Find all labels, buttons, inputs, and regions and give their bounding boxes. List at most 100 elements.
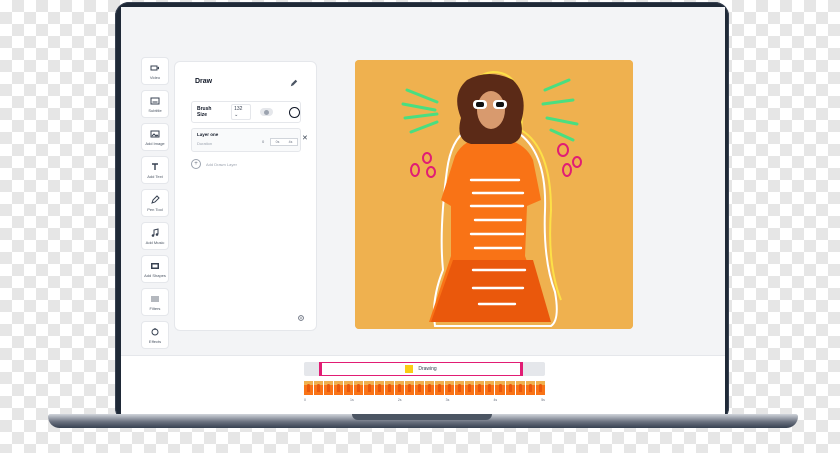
frame-figure [327,384,331,392]
tool-filters[interactable]: Filters [141,288,169,316]
timeline-ruler: 0 1s 2s 3s 4s 5s [304,398,545,404]
laptop-notch [352,414,492,420]
frame-figure [367,384,371,392]
frame-figure [508,384,512,392]
timeline-tick: 1s [350,398,354,402]
tool-sidebar: Video Subtitle Add Image Add Text Pen To… [141,57,169,349]
frame-thumbnail [324,381,334,395]
frame-figure [488,384,492,392]
gear-icon[interactable] [297,314,305,322]
clip-label: Drawing [418,366,437,372]
range-to[interactable]: 4s [284,139,297,145]
frame-figure [468,384,472,392]
frame-thumbnail [304,381,314,395]
layer-duration-range[interactable]: 0s 4s [270,138,298,146]
frame-strip[interactable] [304,381,545,395]
close-icon[interactable]: ✕ [302,134,308,142]
panel-title: Draw [195,78,213,85]
frame-figure [478,384,482,392]
tool-label: Pen Tool [147,206,163,212]
frame-figure [397,384,401,392]
video-canvas[interactable] [355,60,633,329]
timeline-tick: 4s [493,398,498,402]
layer-start-value: 0 [262,139,265,144]
brush-size-label: Brush Size [197,106,212,118]
frame-thumbnail [475,381,485,395]
tool-label: Subtitle [148,107,162,113]
tool-pen[interactable]: Pen Tool [141,189,169,217]
draw-panel: Draw Brush Size 132 ⌄ Layer one Duration… [174,61,317,331]
tool-add-image[interactable]: Add Image [141,123,169,151]
frame-thumbnail [505,381,515,395]
frame-figure [427,384,431,392]
video-camera-icon [150,65,159,70]
timeline-tick: 3s [445,398,450,402]
frame-thumbnail [394,381,404,395]
frame-figure [317,384,321,392]
frame-thumbnail [404,381,414,395]
frame-figure [357,384,361,392]
frame-figure [448,384,452,392]
frame-thumbnail [495,381,505,395]
timeline: Drawing 0 1s 2s 3s 4s 5s [121,355,725,414]
tool-subtitle[interactable]: Subtitle [141,90,169,118]
tool-add-text[interactable]: Add Text [141,156,169,184]
timeline-tick: 0 [304,398,306,402]
brush-size-select[interactable]: 132 ⌄ [231,104,251,120]
tool-label: Add Text [147,173,163,179]
frame-figure [307,384,311,392]
frame-figure [377,384,381,392]
frame-figure [347,384,351,392]
tool-label: Add Music [145,239,165,245]
timeline-tick: 2s [397,398,402,402]
frame-thumbnail [515,381,525,395]
tool-add-shapes[interactable]: Add Shapes [141,255,169,283]
frame-thumbnail [354,381,364,395]
shapes-icon [151,262,159,269]
frame-thumbnail [445,381,455,395]
brush-color-picker[interactable] [289,106,300,118]
frame-thumbnail [414,381,424,395]
frame-thumbnail [455,381,465,395]
canvas-preview [355,60,633,329]
clip-handle-left[interactable] [319,362,322,376]
frame-figure [387,384,391,392]
brush-dot-icon [263,109,269,115]
frame-thumbnail [535,381,545,395]
pencil-icon[interactable] [290,79,298,87]
frame-figure [538,384,542,392]
drawing-clip[interactable]: Drawing [319,362,523,376]
clip-handle-right[interactable] [520,362,523,376]
tool-label: Add Image [145,140,165,146]
frame-figure [498,384,502,392]
effects-icon [151,327,159,335]
range-from[interactable]: 0s [271,139,284,145]
frame-figure [337,384,341,392]
layer-item[interactable]: Layer one Duration 0 0s 4s [191,128,301,152]
editor-screen: Video Subtitle Add Image Add Text Pen To… [121,7,725,414]
frame-figure [458,384,462,392]
filters-icon [151,296,159,301]
frame-thumbnail [334,381,344,395]
subtitle-icon [150,97,160,104]
tool-add-music[interactable]: Add Music [141,222,169,250]
brush-size-row: Brush Size 132 ⌄ [191,101,301,123]
add-layer-button[interactable]: + Add Drawn Layer [191,159,237,169]
tool-label: Effects [148,338,162,344]
image-icon [150,130,160,137]
tool-label: Filters [149,305,161,311]
clip-color-swatch [405,365,414,373]
frame-thumbnail [435,381,445,395]
layer-sublabel: Duration [197,141,213,146]
layer-name: Layer one [197,132,219,137]
frame-figure [438,384,442,392]
brush-preview [259,108,274,116]
tool-video[interactable]: Video [141,57,169,85]
frame-thumbnail [364,381,374,395]
tool-effects[interactable]: Effects [141,321,169,349]
timeline-track: Drawing [304,362,545,376]
frame-thumbnail [384,381,394,395]
frame-figure [407,384,411,392]
timeline-tick: 5s [541,398,545,402]
tool-label: Add Shapes [144,272,166,278]
